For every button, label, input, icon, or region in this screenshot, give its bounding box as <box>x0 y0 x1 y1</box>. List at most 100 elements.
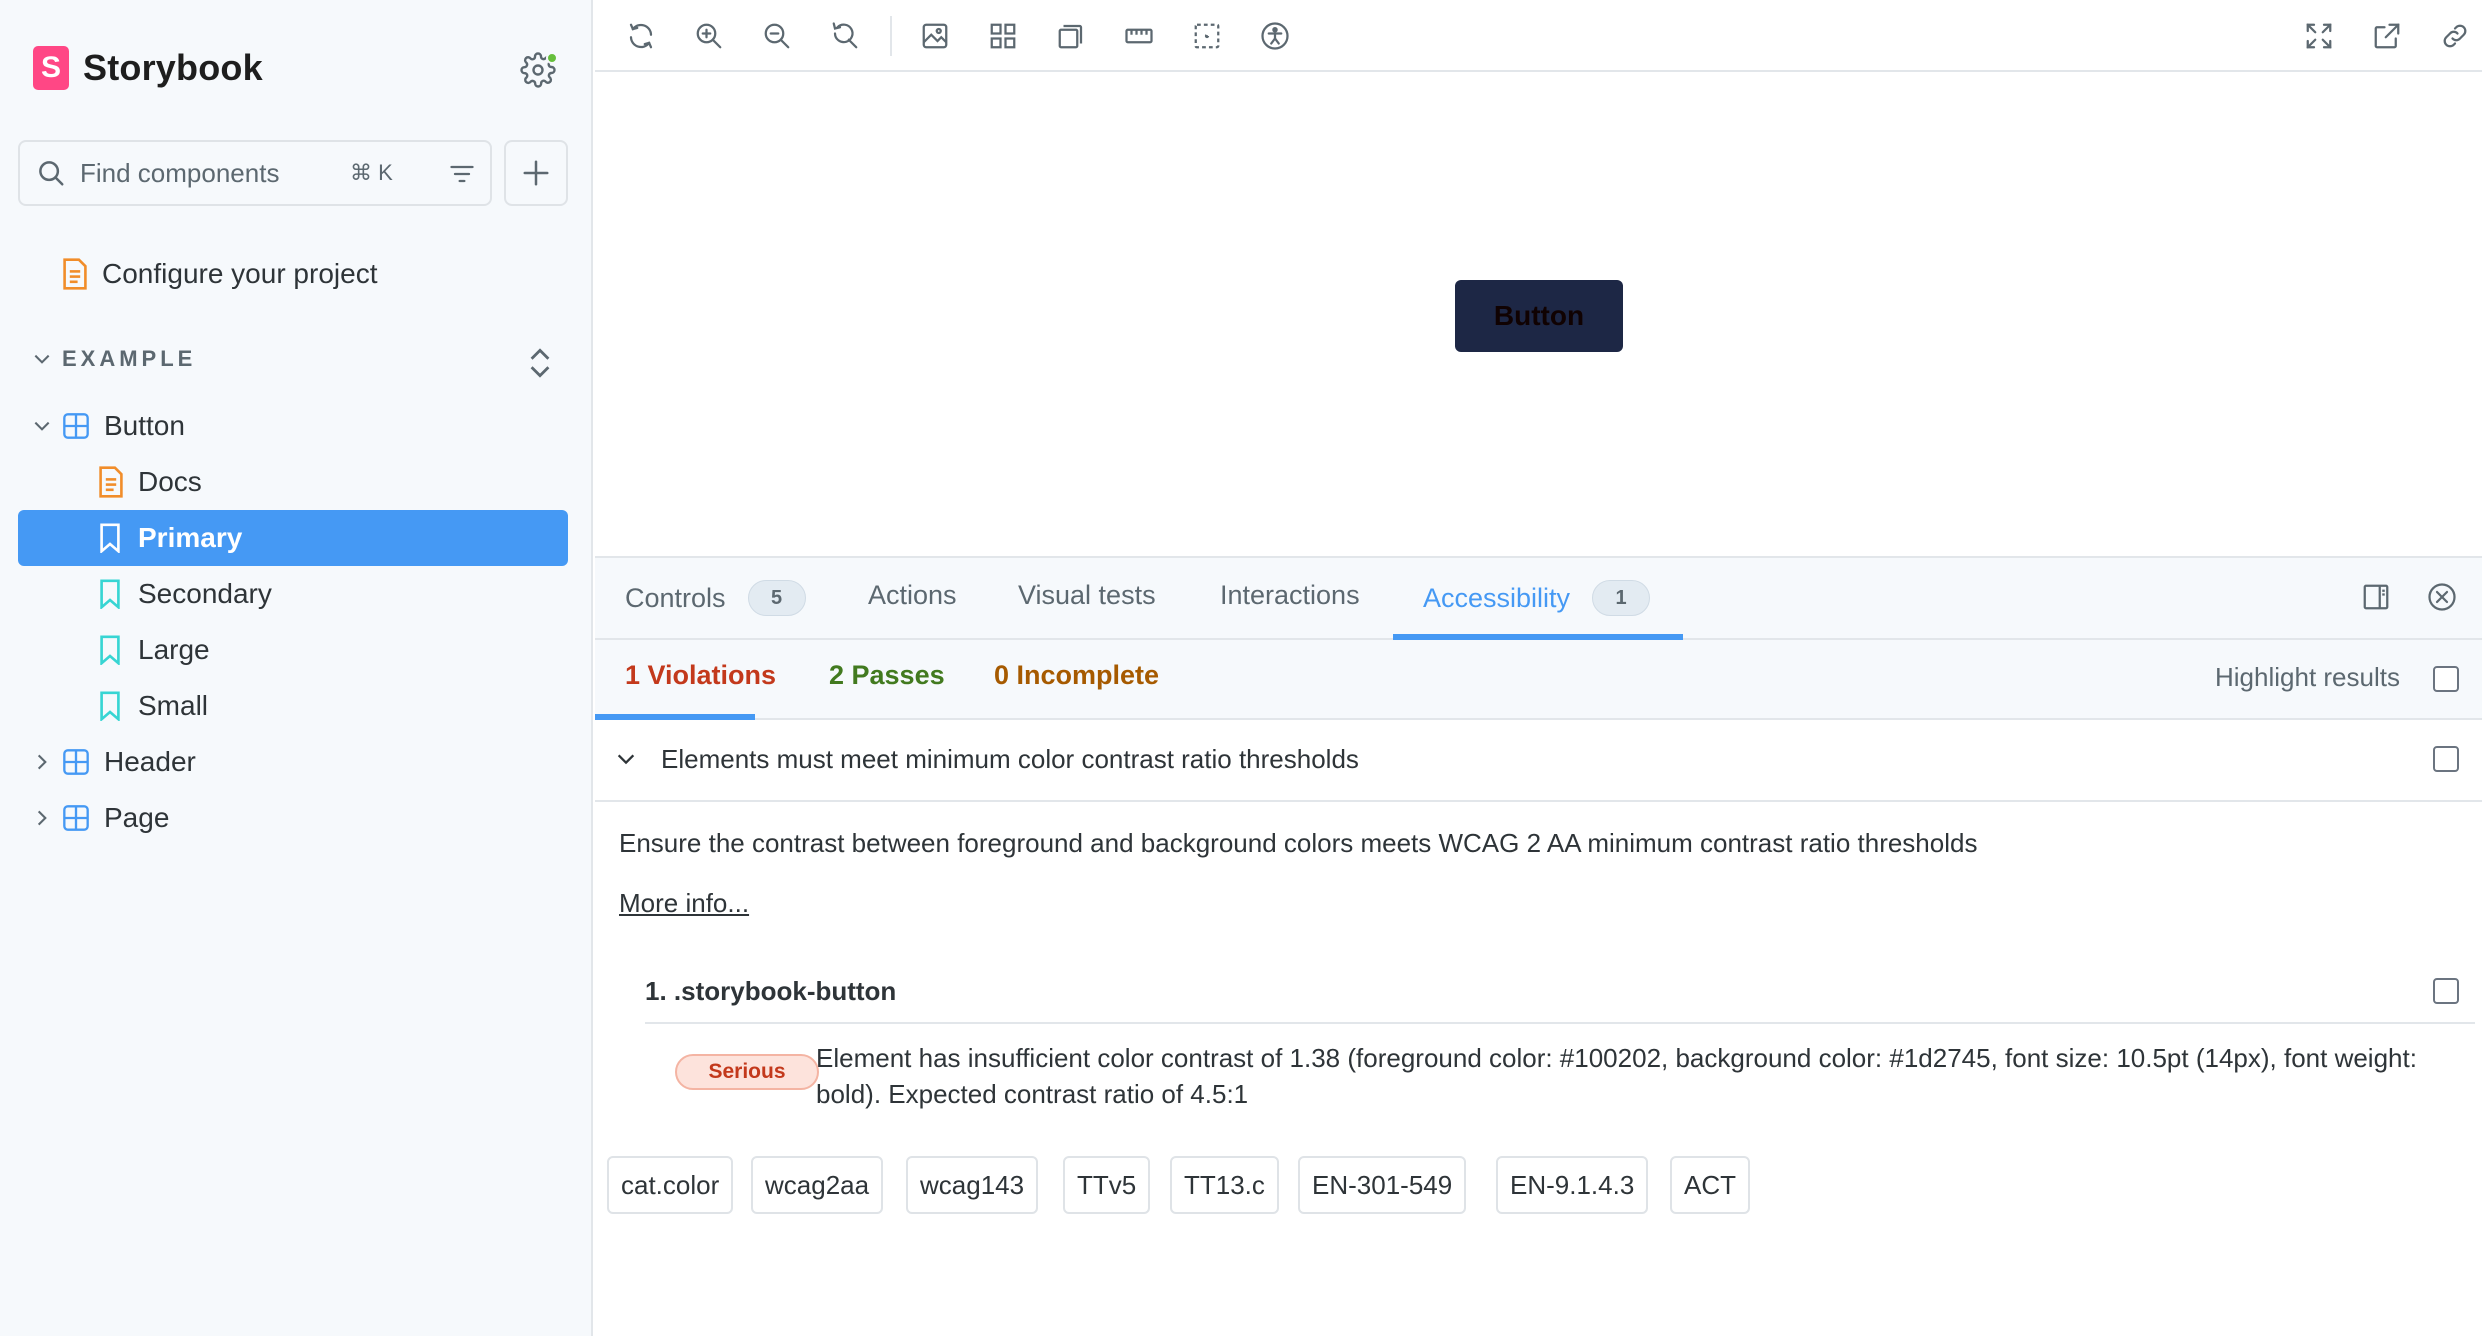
more-info-link[interactable]: More info... <box>619 888 749 919</box>
section-example[interactable]: EXAMPLE <box>32 346 196 372</box>
rule-tag: wcag2aa <box>751 1156 884 1214</box>
tree-item-large[interactable]: Large <box>98 634 210 666</box>
rule-description: Ensure the contrast between foreground a… <box>619 828 1978 858</box>
document-icon <box>63 258 87 290</box>
tab-label: Interactions <box>1220 580 1360 610</box>
zoom-in-button[interactable] <box>689 16 729 56</box>
fullscreen-button[interactable] <box>2299 16 2339 56</box>
tree-item-header[interactable]: Header <box>32 746 196 778</box>
viewport-icon <box>1058 24 1083 49</box>
reload-icon <box>629 23 653 49</box>
tab-count-badge: 5 <box>747 580 806 616</box>
section-label: EXAMPLE <box>62 346 197 371</box>
grid-button[interactable] <box>983 16 1023 56</box>
measure-icon <box>1125 28 1153 44</box>
rule-tag: EN-301-549 <box>1298 1156 1467 1214</box>
copy-link-icon <box>2443 24 2467 48</box>
bookmark-icon <box>100 635 120 665</box>
tab-passes[interactable]: 2 Passes <box>829 660 945 691</box>
node-selector: 1. .storybook-button <box>645 976 897 1006</box>
document-icon <box>99 466 123 498</box>
tree-item-label: Header <box>104 746 196 777</box>
component-icon <box>63 413 89 439</box>
node-highlight-checkbox[interactable] <box>2433 978 2459 1004</box>
tab-incomplete[interactable]: 0 Incomplete <box>994 660 1159 691</box>
tree-item-button[interactable]: Button <box>32 410 185 442</box>
search-input[interactable] <box>78 156 348 190</box>
tab-violations[interactable]: 1 Violations <box>625 660 776 691</box>
configure-project-link[interactable]: Configure your project <box>62 258 377 290</box>
copy-link-button[interactable] <box>2435 16 2475 56</box>
sidebar-layout-icon <box>2363 584 2389 610</box>
expand-collapse-icon <box>530 348 550 378</box>
viewport-button[interactable] <box>1051 16 1091 56</box>
tab-interactions[interactable]: Interactions <box>1220 580 1360 611</box>
bookmark-icon <box>100 523 120 553</box>
tree-item-page[interactable]: Page <box>32 802 169 834</box>
measure-button[interactable] <box>1119 16 1159 56</box>
chevron-down-icon <box>34 421 50 431</box>
tree-item-label: Button <box>104 410 185 441</box>
story-canvas: Button <box>595 74 2482 556</box>
chevron-down-icon[interactable] <box>615 748 637 770</box>
filter-icon[interactable] <box>448 160 476 188</box>
background-icon <box>922 23 948 49</box>
storybook-button[interactable]: Button <box>1455 280 1623 352</box>
panel-orientation-button[interactable] <box>2361 582 2391 617</box>
chevron-right-icon <box>37 754 47 770</box>
addon-panel: Controls 5 Actions Visual tests Interact… <box>595 556 2482 1336</box>
tab-label: Visual tests <box>1018 580 1156 610</box>
highlight-results-label: Highlight results <box>2215 662 2400 692</box>
tab-controls[interactable]: Controls 5 <box>625 580 806 616</box>
impact-badge: Serious <box>675 1054 819 1090</box>
rule-tag: TTv5 <box>1063 1156 1151 1214</box>
component-icon <box>63 805 89 831</box>
open-new-tab-button[interactable] <box>2367 16 2407 56</box>
rule-highlight-checkbox[interactable] <box>2433 746 2459 772</box>
search-icon <box>39 161 64 186</box>
zoom-out-button[interactable] <box>757 16 797 56</box>
tree-item-label: Page <box>104 802 170 833</box>
node-row[interactable]: 1. .storybook-button <box>645 964 2475 1024</box>
toolbar <box>595 0 2482 72</box>
highlight-results-checkbox[interactable] <box>2433 666 2459 692</box>
brand[interactable]: S Storybook <box>33 46 263 90</box>
component-icon <box>63 749 89 775</box>
tree-item-label: Docs <box>138 466 202 497</box>
tree-item-primary[interactable]: Primary <box>98 522 242 554</box>
chevron-down-icon <box>34 354 50 364</box>
outline-button[interactable] <box>1187 16 1227 56</box>
a11y-result-tabs: 1 Violations 2 Passes 0 Incomplete Highl… <box>595 640 2482 720</box>
outline-icon <box>1194 23 1220 49</box>
zoom-in-icon <box>696 23 722 49</box>
rule-row[interactable]: Elements must meet minimum color contras… <box>595 720 2482 802</box>
grid-icon <box>990 23 1016 49</box>
rule-title: Elements must meet minimum color contras… <box>661 744 1359 774</box>
configure-label: Configure your project <box>102 258 378 289</box>
rule-tag: ACT <box>1670 1156 1750 1214</box>
close-icon <box>2428 583 2456 611</box>
settings-button[interactable] <box>520 52 560 92</box>
tab-accessibility[interactable]: Accessibility 1 <box>1423 580 1651 616</box>
tree-item-label: Large <box>138 634 210 665</box>
zoom-reset-icon <box>832 22 858 49</box>
tree-item-small[interactable]: Small <box>98 690 208 722</box>
add-story-button[interactable] <box>504 140 568 206</box>
status-dot <box>546 52 558 64</box>
expand-collapse-all-button[interactable] <box>526 346 554 385</box>
rule-tag: wcag143 <box>906 1156 1039 1214</box>
background-button[interactable] <box>915 16 955 56</box>
tree-item-secondary[interactable]: Secondary <box>98 578 272 610</box>
sidebar: S Storybook ⌘ K Configure your project E… <box>0 0 593 1336</box>
toolbar-separator <box>890 16 892 56</box>
tree-item-docs[interactable]: Docs <box>98 466 202 498</box>
zoom-reset-button[interactable] <box>825 16 865 56</box>
panel-close-button[interactable] <box>2427 582 2457 617</box>
tab-label: Actions <box>868 580 957 610</box>
vision-simulator-button[interactable] <box>1255 16 1295 56</box>
tab-visual-tests[interactable]: Visual tests <box>1018 580 1156 611</box>
reload-button[interactable] <box>621 16 661 56</box>
tab-label: Accessibility <box>1423 582 1571 613</box>
tab-actions[interactable]: Actions <box>868 580 957 611</box>
fullscreen-icon <box>2306 23 2332 49</box>
